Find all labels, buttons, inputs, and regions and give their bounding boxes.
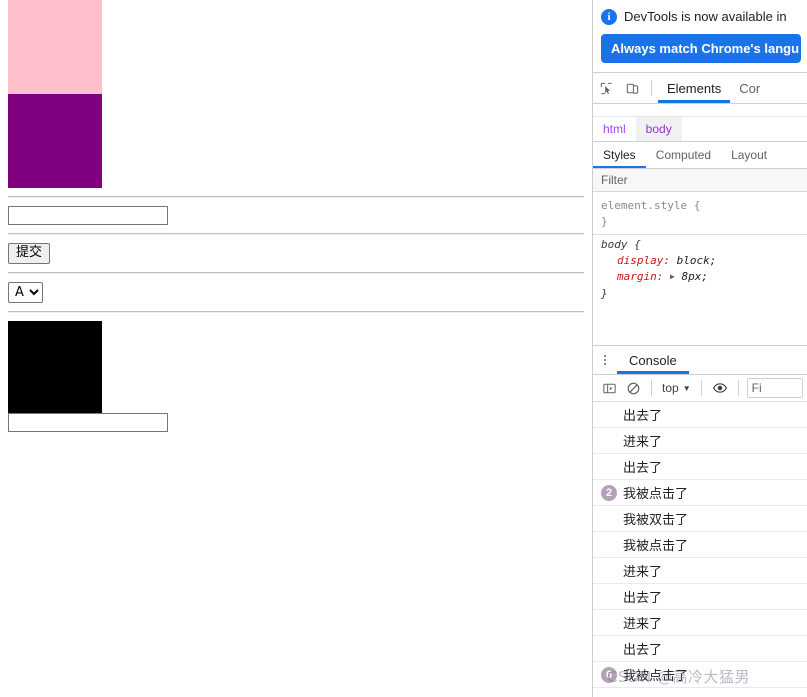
css-close-brace: } [601,215,608,228]
purple-color-box[interactable] [8,94,102,188]
console-message-text: 出去了 [623,643,663,658]
console-message[interactable]: 出去了 [593,402,807,428]
inspect-cursor-icon[interactable] [593,75,619,101]
letter-select[interactable]: A [8,281,43,303]
page-body: 提交 A [0,0,592,432]
toolbar-separator [651,80,652,96]
info-icon: i [601,9,617,25]
console-message[interactable]: 进来了 [593,610,807,636]
console-filter-input[interactable]: Fi [746,378,803,398]
styles-pane: element.style { } body { display: block;… [593,192,807,306]
console-message-text: 进来了 [623,617,663,632]
more-options-icon[interactable] [593,355,617,365]
subtab-layout[interactable]: Layout [721,143,777,168]
console-sidebar-icon[interactable] [597,377,621,399]
css-selector: body { [601,238,641,251]
dom-tree-area[interactable] [593,104,807,117]
css-value: 8px; [681,270,708,283]
notification-text: DevTools is now available in [624,9,787,24]
css-rule-body[interactable]: body { display: block; margin: ▶ 8px; } [593,235,807,306]
console-message[interactable]: 我被点击了 [593,532,807,558]
console-message-text: 进来了 [623,435,663,450]
divider-4 [8,310,584,313]
divider-3 [8,271,584,274]
console-message[interactable]: 进来了 [593,428,807,454]
text-input-top[interactable] [8,206,168,225]
devtools-notification: i DevTools is now available in Always ma… [593,0,807,63]
console-message-text: 出去了 [623,409,663,424]
breadcrumb: html body [593,117,807,142]
pink-color-box[interactable] [8,0,102,94]
drawer-tab-console[interactable]: Console [617,347,689,374]
console-message-text: 我被双击了 [623,513,689,528]
css-colon: : [656,270,664,283]
drawer-tabstrip: Console [593,346,807,375]
css-property: display [617,254,664,267]
divider-2 [8,233,584,235]
console-message[interactable]: 出去了 [593,454,807,480]
live-expression-eye-icon[interactable] [708,377,732,399]
expand-triangle-icon[interactable]: ▶ [670,269,675,285]
tab-elements[interactable]: Elements [658,74,730,103]
rendered-page: 提交 A [0,0,592,697]
subtab-computed[interactable]: Computed [646,143,721,168]
console-message[interactable]: 我被双击了 [593,506,807,532]
screen-root: 提交 A i DevTools is now available in Alwa… [0,0,807,697]
css-rule-element-style[interactable]: element.style { } [593,196,807,235]
console-repeat-badge: 6 [601,666,617,683]
console-message-list[interactable]: 出去了 进来了 出去了 2 我被点击了 我被双击了 我被点击了 进来了 出去了 … [593,402,807,697]
black-color-box[interactable] [8,320,102,413]
devtools-panel: i DevTools is now available in Always ma… [592,0,807,697]
console-message-text: 出去了 [623,461,663,476]
breadcrumb-item-html[interactable]: html [593,117,636,141]
console-repeat-badge: 2 [601,484,617,501]
match-chrome-language-button[interactable]: Always match Chrome's langu [601,34,801,63]
device-toolbar-icon[interactable] [619,75,645,101]
styles-filter-bar[interactable]: Filter [593,169,807,192]
console-drawer: Console top ▼ Fi 出去了 进来了 出去了 2 我被点击了 我被双… [593,345,807,697]
console-message[interactable]: 2 我被点击了 [593,480,807,506]
tab-console[interactable]: Cor [730,74,769,103]
submit-button[interactable]: 提交 [8,243,51,264]
devtools-tabstrip: Elements Cor [593,72,807,104]
css-value: block; [676,254,717,267]
console-message[interactable]: 进来了 [593,558,807,584]
breadcrumb-item-body[interactable]: body [635,117,682,141]
styles-filter-placeholder: Filter [601,173,628,187]
console-message-text: 出去了 [623,591,663,606]
text-input-bottom[interactable] [8,412,168,432]
console-message[interactable]: 出去了 [593,636,807,662]
subtab-styles[interactable]: Styles [593,143,646,168]
chevron-down-icon: ▼ [682,383,691,393]
console-message[interactable]: 出去了 [593,584,807,610]
clear-console-icon[interactable] [621,377,645,399]
console-context-select[interactable]: top ▼ [658,381,695,395]
divider-1 [8,196,584,198]
console-message-text: 我被点击了 [623,669,689,684]
console-toolbar-separator [651,380,652,396]
console-message[interactable]: 6 我被点击了 [593,662,807,688]
console-message-text: 我被点击了 [623,539,689,554]
css-declaration-display[interactable]: display: block; [601,253,807,269]
console-context-label: top [662,381,679,395]
css-declaration-margin[interactable]: margin: ▶ 8px; [601,269,807,286]
notification-line: i DevTools is now available in [601,8,801,25]
console-toolbar-separator-2 [700,380,702,396]
console-toolbar-separator-3 [737,380,739,396]
console-toolbar: top ▼ Fi [593,375,807,402]
css-colon: : [663,254,670,267]
console-message-text: 我被点击了 [623,487,689,502]
css-close-brace: } [601,287,608,300]
css-selector: element.style { [601,199,701,212]
console-message-text: 进来了 [623,565,663,580]
styles-subtabs: Styles Computed Layout [593,142,807,169]
css-property: margin [617,270,657,283]
